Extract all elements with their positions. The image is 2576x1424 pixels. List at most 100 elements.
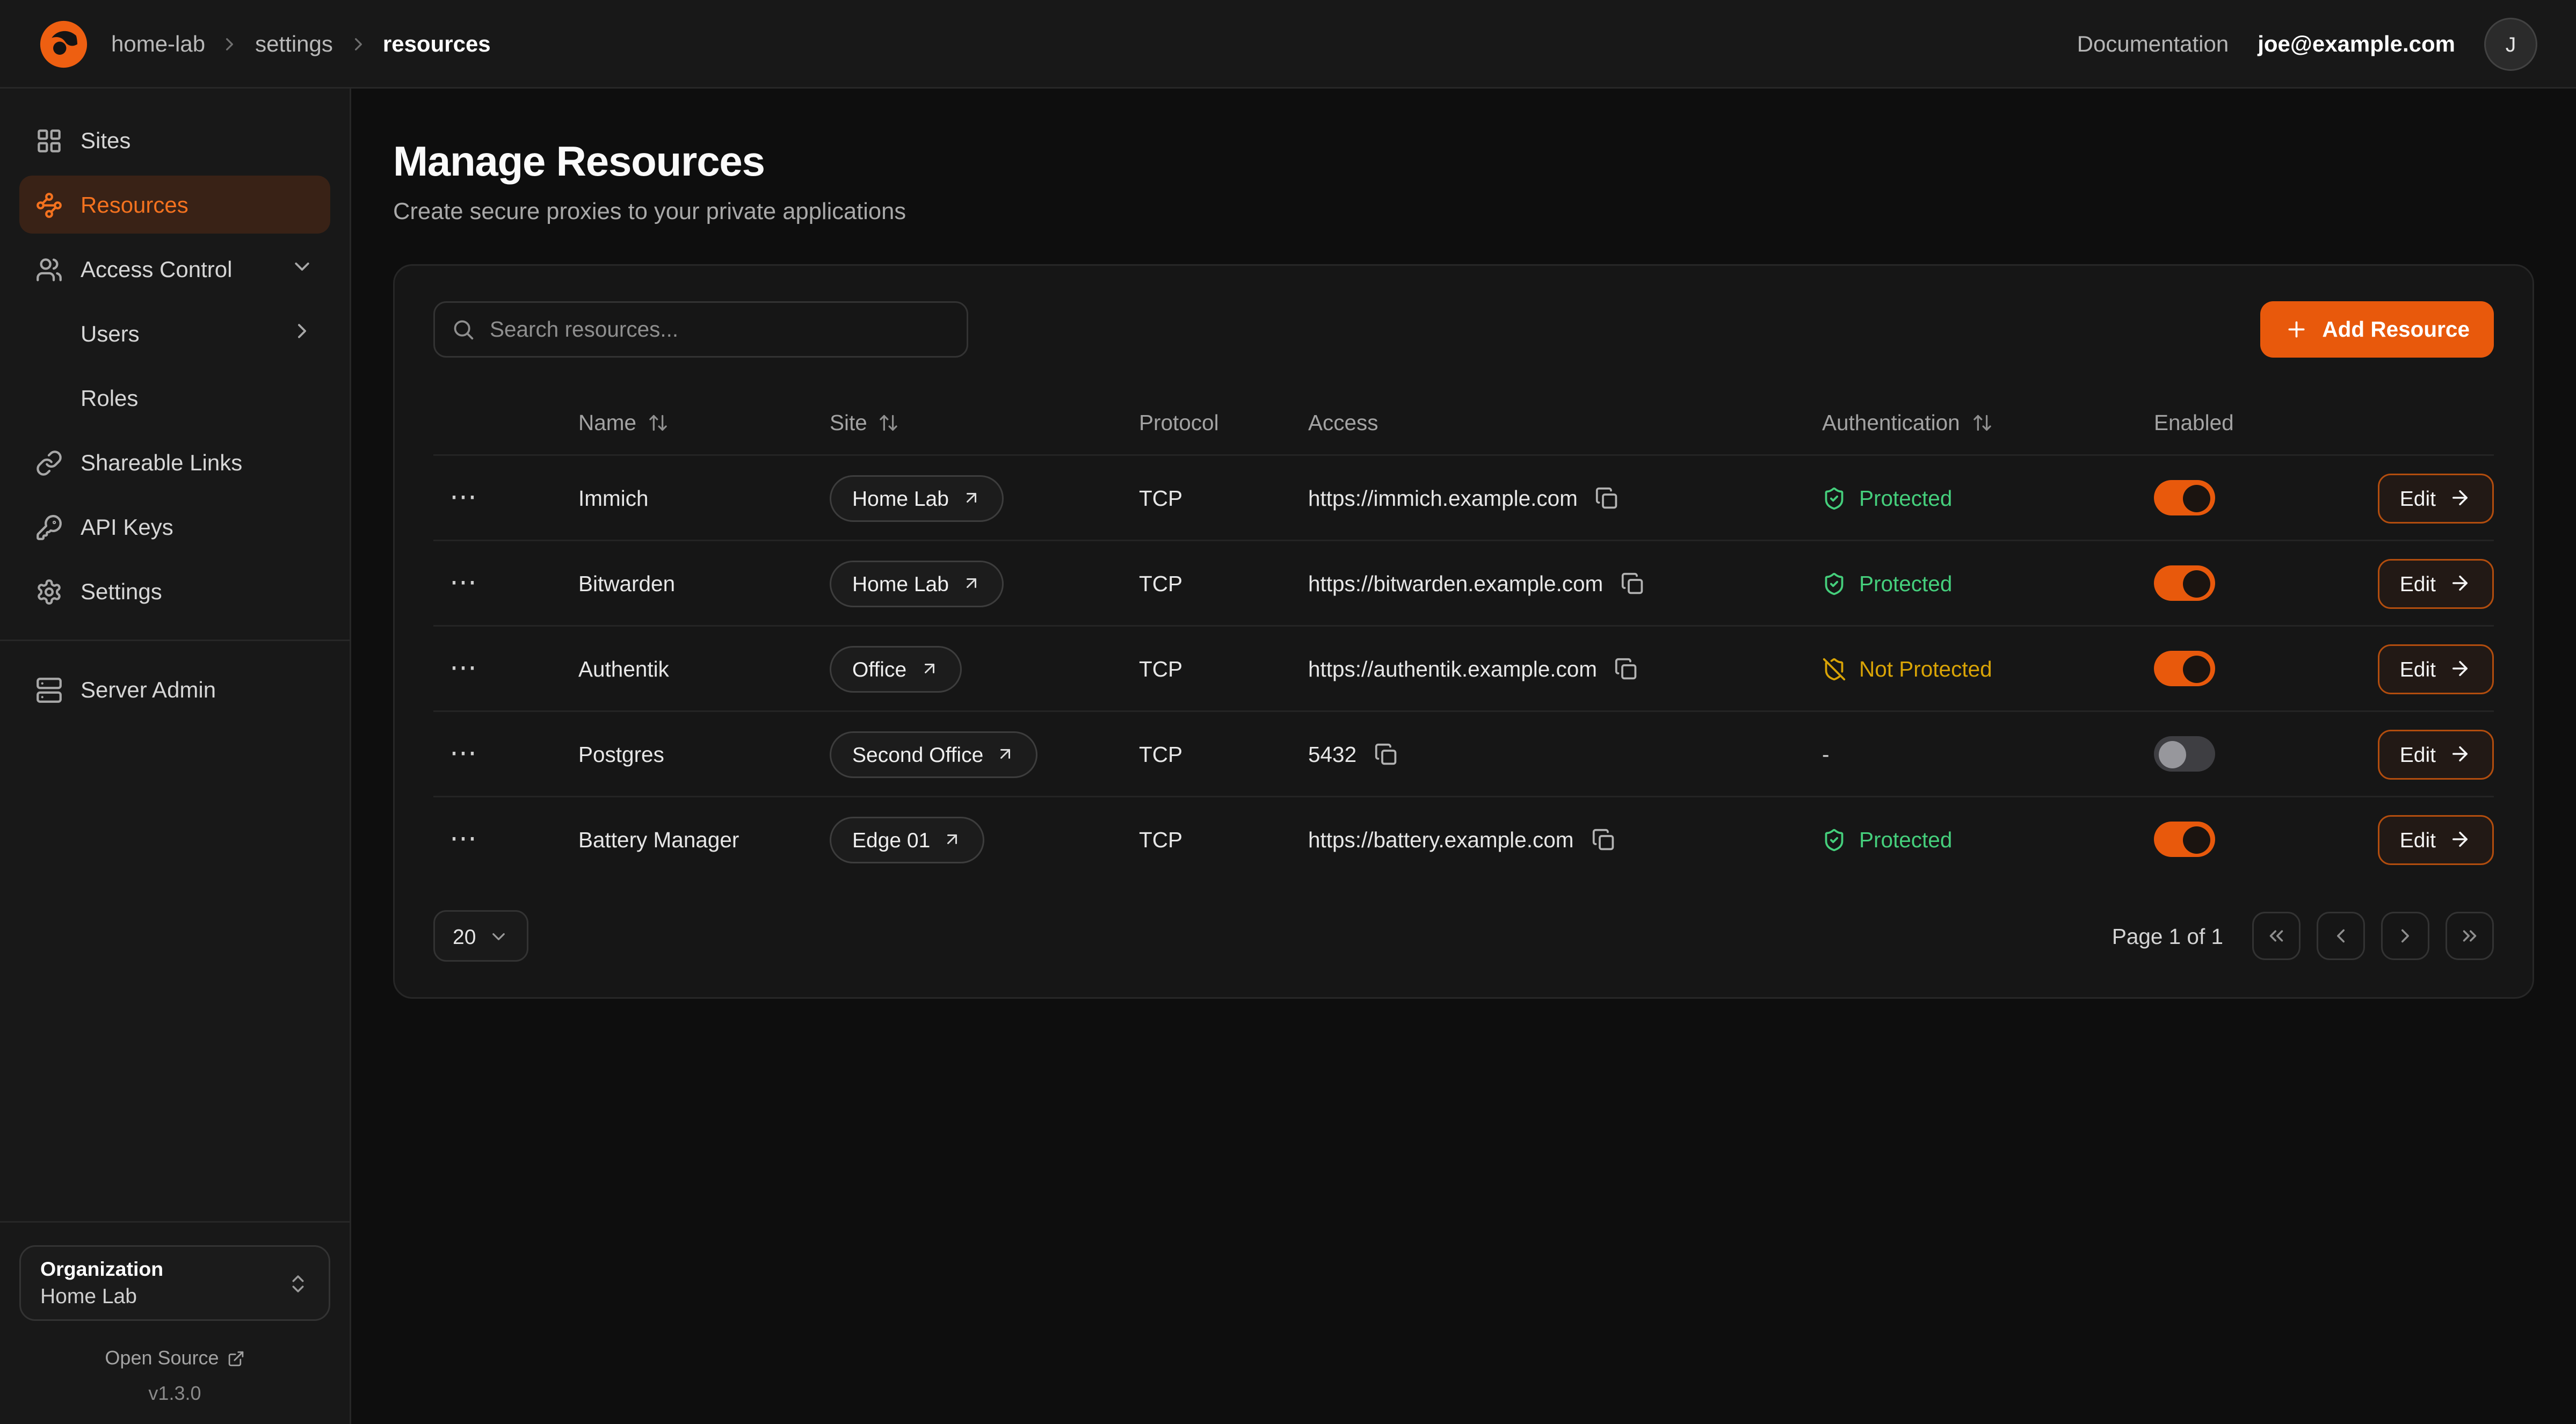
chevrons-left-icon [2265, 925, 2288, 947]
copy-icon [1591, 827, 1615, 852]
auth-status: - [1822, 742, 2154, 766]
chevron-down-icon [489, 926, 510, 947]
auth-status: Not Protected [1822, 657, 2154, 681]
shield-check-icon [1822, 571, 1846, 595]
external-link-icon [227, 1349, 245, 1367]
column-header-authentication[interactable]: Authentication [1822, 410, 2154, 434]
enabled-toggle[interactable] [2154, 480, 2215, 515]
server-icon [35, 676, 63, 703]
breadcrumb-settings[interactable]: settings [255, 31, 333, 56]
arrow-up-right-icon [962, 488, 981, 507]
breadcrumb-home-lab[interactable]: home-lab [111, 31, 205, 56]
column-header-access: Access [1308, 410, 1822, 434]
shield-check-icon [1822, 827, 1846, 852]
edit-button[interactable]: Edit [2377, 644, 2494, 694]
column-header-site[interactable]: Site [830, 410, 1139, 434]
page-size-select[interactable]: 20 [433, 910, 529, 962]
table-row: ⋯ Bitwarden Home Lab TCP https://bitward… [433, 540, 2494, 625]
copy-button[interactable] [1591, 827, 1615, 852]
last-page-button[interactable] [2446, 912, 2494, 960]
resource-protocol: TCP [1139, 827, 1308, 852]
sidebar-item-server-admin[interactable]: Server Admin [19, 660, 330, 718]
add-resource-button[interactable]: Add Resource [2261, 301, 2494, 358]
sidebar: Sites Resources Access Control Users Rol… [0, 89, 351, 1424]
ellipsis-icon: ⋯ [449, 567, 478, 599]
row-menu-button[interactable]: ⋯ [437, 817, 491, 862]
gear-icon [35, 578, 63, 605]
resource-access-url: 5432 [1308, 742, 1356, 766]
row-menu-button[interactable]: ⋯ [437, 731, 491, 776]
sidebar-item-access-control[interactable]: Access Control [19, 240, 330, 298]
search-icon [451, 317, 475, 342]
enabled-toggle[interactable] [2154, 651, 2215, 686]
table-row: ⋯ Authentik Office TCP https://authentik… [433, 625, 2494, 710]
edit-button[interactable]: Edit [2377, 815, 2494, 864]
plus-icon [2285, 317, 2309, 342]
site-link-button[interactable]: Edge 01 [830, 816, 985, 863]
search-input[interactable] [433, 301, 968, 358]
column-header-name[interactable]: Name [578, 410, 830, 434]
users-icon [35, 256, 63, 283]
enabled-toggle[interactable] [2154, 565, 2215, 601]
shield-off-icon [1822, 657, 1846, 681]
next-page-button[interactable] [2381, 912, 2429, 960]
row-menu-button[interactable]: ⋯ [437, 646, 491, 691]
column-header-protocol: Protocol [1139, 410, 1308, 434]
edit-button[interactable]: Edit [2377, 473, 2494, 523]
chevron-right-icon [2394, 925, 2417, 947]
first-page-button[interactable] [2252, 912, 2301, 960]
open-source-link[interactable]: Open Source [19, 1347, 330, 1369]
topbar: home-lab settings resources Documentatio… [0, 0, 2576, 89]
waypoints-icon [35, 191, 63, 219]
pangolin-logo [39, 19, 89, 69]
chevron-left-icon [2330, 925, 2352, 947]
copy-button[interactable] [1615, 657, 1639, 681]
sidebar-item-api-keys[interactable]: API Keys [19, 498, 330, 556]
row-menu-button[interactable]: ⋯ [437, 561, 491, 606]
auth-status: Protected [1822, 571, 2154, 595]
copy-button[interactable] [1595, 486, 1620, 510]
breadcrumb-resources: resources [383, 31, 491, 56]
sidebar-item-settings[interactable]: Settings [19, 562, 330, 620]
previous-page-button[interactable] [2317, 912, 2365, 960]
documentation-link[interactable]: Documentation [2077, 31, 2229, 56]
copy-button[interactable] [1374, 742, 1398, 766]
row-menu-button[interactable]: ⋯ [437, 475, 491, 520]
chevron-down-icon [290, 255, 314, 284]
main-content: Manage Resources Create secure proxies t… [351, 89, 2576, 1424]
ellipsis-icon: ⋯ [449, 738, 478, 770]
table-body: ⋯ Immich Home Lab TCP https://immich.exa… [433, 454, 2494, 881]
site-link-button[interactable]: Second Office [830, 731, 1038, 778]
copy-button[interactable] [1621, 571, 1645, 595]
avatar[interactable]: J [2484, 17, 2537, 70]
enabled-toggle[interactable] [2154, 822, 2215, 857]
arrow-right-icon [2449, 743, 2471, 765]
app-window: home-lab settings resources Documentatio… [0, 0, 2576, 1424]
site-link-button[interactable]: Home Lab [830, 560, 1004, 607]
edit-button[interactable]: Edit [2377, 558, 2494, 608]
site-link-button[interactable]: Office [830, 645, 961, 692]
arrow-up-right-icon [919, 659, 939, 678]
chevron-right-icon [290, 319, 314, 348]
sidebar-divider [0, 640, 350, 641]
resource-name: Battery Manager [578, 827, 830, 852]
resources-card: Add Resource Name Site Protocol [393, 264, 2534, 999]
site-link-button[interactable]: Home Lab [830, 475, 1004, 521]
sidebar-item-roles[interactable]: Roles [19, 369, 330, 427]
table-row: ⋯ Postgres Second Office TCP 5432 - Edit [433, 710, 2494, 796]
pagination: 20 Page 1 of 1 [433, 910, 2494, 962]
sidebar-item-shareable-links[interactable]: Shareable Links [19, 433, 330, 491]
sort-icon [648, 412, 669, 433]
edit-button[interactable]: Edit [2377, 729, 2494, 779]
ellipsis-icon: ⋯ [449, 823, 478, 855]
organization-switcher[interactable]: Organization Home Lab [19, 1245, 330, 1321]
sidebar-item-users[interactable]: Users [19, 304, 330, 362]
resource-protocol: TCP [1139, 742, 1308, 766]
sidebar-item-resources[interactable]: Resources [19, 176, 330, 234]
chevron-right-icon [347, 33, 368, 54]
arrow-right-icon [2449, 486, 2471, 509]
resource-access-url: https://battery.example.com [1308, 827, 1573, 852]
sidebar-item-sites[interactable]: Sites [19, 111, 330, 169]
enabled-toggle[interactable] [2154, 736, 2215, 772]
auth-status: Protected [1822, 486, 2154, 510]
